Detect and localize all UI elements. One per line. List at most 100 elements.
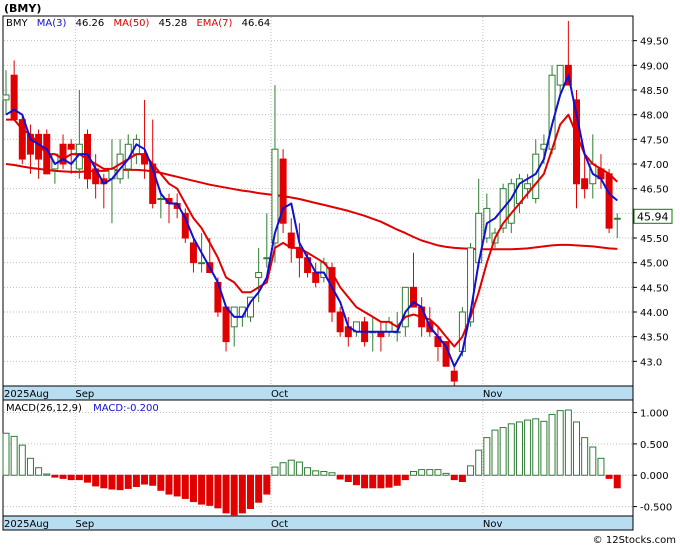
macd-bar-negative [255, 474, 263, 503]
macd-bar-negative [393, 474, 401, 486]
macd-tick-label: 0.500 [640, 440, 669, 451]
macd-bar-positive [287, 459, 295, 476]
macd-tick-label: 1.000 [640, 409, 669, 420]
macd-bar-positive [434, 469, 442, 476]
legend-ema7-label: EMA(7) [196, 18, 232, 29]
macd-bar-positive [564, 409, 572, 476]
price-tick-label: 44.50 [640, 283, 669, 294]
macd-bar-negative [238, 474, 246, 514]
macd-bar-positive [26, 457, 34, 476]
macd-bar-positive [18, 444, 26, 476]
macd-legend: MACD(26,12,9) MACD:-0.200 [6, 403, 159, 414]
copyright: © 12Stocks.com [593, 535, 676, 546]
macd-bar-negative [377, 474, 385, 489]
macd-bar-positive [43, 473, 51, 476]
macd-bar-positive [426, 469, 434, 476]
macd-bar-negative [173, 474, 181, 497]
candle-body-up [524, 183, 532, 190]
macd-bar-negative [132, 474, 140, 488]
candle-body-down [67, 143, 75, 150]
macd-bar-positive [279, 462, 287, 476]
macd-tick-label: 0.000 [640, 471, 669, 482]
macd-bar-negative [75, 474, 83, 481]
candle-body-down [312, 272, 320, 283]
macd-bar-negative [352, 474, 360, 486]
macd-bar-positive [556, 410, 564, 476]
price-tick-label: 45.00 [640, 259, 669, 270]
macd-bar-positive [418, 469, 426, 476]
price-tick-label: 44.00 [640, 308, 669, 319]
ticker-title: (BMY) [4, 2, 41, 15]
macd-legend-value: MACD:-0.200 [93, 403, 159, 414]
month-band-bottom [2, 515, 634, 531]
macd-bar-negative [116, 474, 124, 491]
macd-bar-positive [10, 435, 18, 476]
candle [279, 149, 287, 234]
candle-body-up [613, 217, 621, 220]
candle-body-up [255, 272, 263, 278]
macd-bar-negative [344, 474, 352, 483]
stock-chart: 43.043.5044.0044.5045.0045.5046.0046.504… [2, 2, 676, 546]
macd-bar-positive [442, 472, 450, 476]
macd-bar-negative [84, 474, 91, 483]
legend-ma3-value: 46.26 [76, 18, 105, 29]
month-label: Sep [75, 519, 94, 530]
macd-bar-positive [35, 467, 43, 476]
candle-body-down [222, 306, 230, 343]
candle-body-down [10, 74, 18, 121]
legend-symbol: BMY [6, 18, 28, 29]
macd-bar-negative [157, 474, 165, 491]
macd-bar-positive [515, 421, 523, 476]
candle-body-up [2, 94, 10, 101]
macd-bar-negative [149, 474, 157, 486]
month-label: Nov [483, 389, 503, 400]
macd-bar-negative [141, 474, 149, 485]
legend-ma3-label: MA(3) [37, 18, 67, 29]
macd-bar-negative [613, 474, 621, 489]
macd-bar-negative [369, 474, 377, 489]
candle-body-up [157, 198, 165, 201]
candle-body-up [198, 262, 206, 265]
macd-bar-negative [336, 474, 344, 480]
macd-bar-positive [540, 420, 548, 476]
price-legend: BMY MA(3) 46.26 MA(50) 45.28 EMA(7) 46.6… [6, 18, 270, 29]
macd-bar-negative [450, 474, 458, 481]
macd-bar-negative [124, 474, 132, 489]
month-label: 2025Aug [4, 389, 49, 400]
macd-bar-negative [51, 474, 59, 478]
price-tick-label: 43.0 [640, 357, 662, 368]
macd-bar-negative [181, 474, 189, 499]
candle-body-up [548, 74, 556, 150]
price-tick-label: 47.00 [640, 160, 669, 171]
macd-bar-negative [198, 474, 206, 505]
macd-bar-positive [524, 419, 532, 476]
candle-body-down [581, 178, 589, 190]
month-label: Oct [271, 389, 288, 400]
legend-ma50-value: 45.28 [159, 18, 188, 29]
price-tick-label: 49.00 [640, 61, 669, 72]
macd-bar-positive [410, 470, 417, 476]
price-tick-label: 46.50 [640, 185, 669, 196]
candle-body-up [556, 64, 564, 86]
macd-bar-positive [2, 432, 10, 476]
macd-bar-negative [385, 474, 393, 488]
candle-body-down [605, 173, 613, 229]
candle-body-down [450, 370, 458, 382]
macd-bar-positive [467, 465, 475, 476]
macd-bar-positive [475, 449, 483, 476]
macd-bar-positive [597, 457, 605, 476]
month-label: Oct [271, 519, 288, 530]
macd-bar-positive [295, 461, 303, 476]
price-tick-label: 47.50 [640, 135, 669, 146]
macd-bar-negative [59, 474, 67, 479]
candle-body-down [336, 311, 344, 333]
macd-bar-positive [483, 437, 491, 476]
price-tick-label: 48.50 [640, 86, 669, 97]
macd-bar-positive [304, 467, 312, 476]
macd-bar-positive [589, 446, 597, 476]
macd-bar-positive [328, 472, 336, 476]
macd-bar-negative [605, 474, 613, 479]
month-label: Sep [75, 389, 94, 400]
candle-body-down [189, 242, 197, 264]
macd-bar-positive [312, 470, 320, 476]
